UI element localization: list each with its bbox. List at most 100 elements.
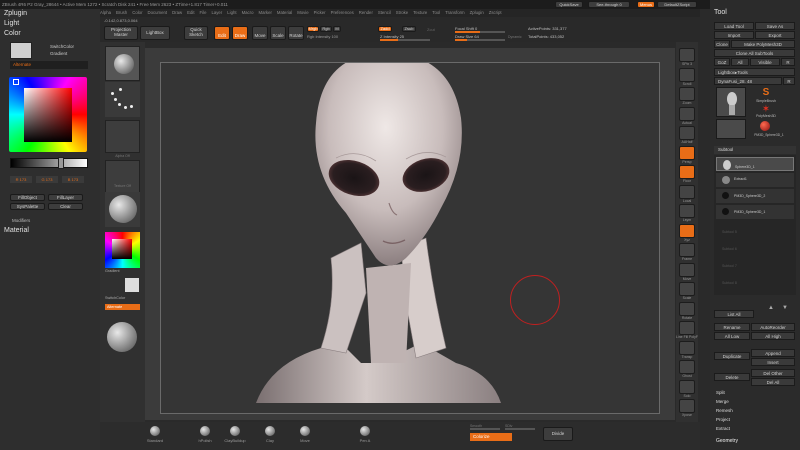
arrow-down-icon[interactable]: ▼ — [782, 305, 790, 313]
shelf-switchcolor-button[interactable]: SwitchColor — [105, 296, 125, 300]
clear-button[interactable]: Clear — [48, 203, 83, 210]
brush-hpolish-icon[interactable] — [200, 426, 210, 436]
rightshelf-spix-3-icon[interactable] — [679, 48, 695, 62]
rotate-button[interactable]: Rotate — [288, 26, 304, 40]
subtool-item-2[interactable]: Extract1 — [716, 173, 794, 187]
menu-texture[interactable]: Texture — [413, 10, 427, 15]
menu-movie[interactable]: Movie — [297, 10, 308, 15]
seethrough-slider[interactable]: See-through 0 — [588, 1, 630, 8]
load-tool-button[interactable]: Load Tool — [714, 22, 754, 30]
m-button[interactable]: M — [333, 26, 341, 32]
zplugin-menu[interactable]: Zplugin — [0, 9, 100, 19]
rightshelf-zoom-icon[interactable] — [679, 87, 695, 101]
switch-color-button[interactable]: SwitchColor — [50, 44, 74, 49]
syspalette-button[interactable]: SysPalette — [10, 203, 45, 210]
zadd-button[interactable]: Zadd — [378, 26, 392, 32]
edit-button[interactable]: Edit — [214, 26, 230, 40]
tool-thumbnail-head-icon[interactable] — [716, 87, 746, 117]
shelf-alternate-button[interactable]: Alternate — [105, 304, 140, 310]
smooth-slider[interactable] — [470, 428, 500, 430]
menu-color[interactable]: Color — [132, 10, 142, 15]
brush-standard-icon[interactable] — [150, 426, 160, 436]
import-button[interactable]: Import — [714, 31, 754, 39]
tool-menu-title[interactable]: Tool — [714, 9, 727, 16]
goz-all-button[interactable]: All — [731, 58, 749, 66]
rightshelf-frame-icon[interactable] — [679, 243, 695, 257]
subtool-item-3[interactable]: PM3D_Sphere3D_2 — [716, 189, 794, 203]
simplebrush-icon[interactable]: S — [752, 87, 780, 99]
menu-light[interactable]: Light — [227, 10, 236, 15]
mrgb-button[interactable]: Mrgb — [307, 26, 319, 32]
menu-layer[interactable]: Layer — [211, 10, 222, 15]
menu-zscript[interactable]: Zscript — [489, 10, 502, 15]
rename-button[interactable]: Rename — [714, 323, 750, 331]
pm3d-sphere-icon[interactable] — [760, 121, 770, 131]
projection-master-button[interactable]: Projection Master — [104, 26, 138, 40]
shelf-color-swatch[interactable] — [125, 278, 139, 292]
menu-alpha[interactable]: Alpha — [100, 10, 111, 15]
extract-menu[interactable]: Extract — [716, 426, 730, 431]
fill-object-button[interactable]: FillObject — [10, 194, 45, 201]
lightbox-button[interactable]: LightBox — [140, 26, 170, 40]
rightshelf-actual-icon[interactable] — [679, 106, 695, 121]
menu-transform[interactable]: Transform — [445, 10, 464, 15]
rightshelf-floor-icon[interactable] — [679, 165, 695, 179]
blue-value[interactable]: B 173 — [62, 176, 84, 183]
texture-off-slot[interactable] — [105, 160, 140, 193]
remesh-menu[interactable]: Remesh — [716, 408, 733, 413]
goz-r-button[interactable]: R — [781, 58, 795, 66]
goz-visible-button[interactable]: Visible — [750, 58, 780, 66]
rightshelf-xyz-icon[interactable] — [679, 223, 695, 238]
del-other-button[interactable]: Del Other — [751, 369, 795, 377]
draw-button[interactable]: Draw — [232, 26, 248, 40]
save-as-button[interactable]: Save As — [755, 22, 795, 30]
rightshelf-scale-icon[interactable] — [679, 282, 695, 296]
lightbox-tools-button[interactable]: Lightbox▸Tools — [714, 68, 795, 76]
rightshelf-move-icon[interactable] — [679, 262, 695, 277]
current-tool-r-button[interactable]: R — [783, 77, 795, 85]
value-gradient-bar[interactable] — [10, 158, 88, 168]
shelf-color-picker[interactable] — [105, 232, 140, 268]
arrow-up-icon[interactable]: ▲ — [768, 305, 776, 313]
rightshelf-scroll-icon[interactable] — [679, 67, 695, 82]
color-menu[interactable]: Color — [0, 29, 100, 39]
duplicate-button[interactable]: Duplicate — [714, 352, 750, 360]
rightshelf-xpose-icon[interactable] — [679, 399, 695, 413]
polymesh3d-icon[interactable]: ✶ — [752, 104, 780, 115]
menu-brush[interactable]: Brush — [116, 10, 127, 15]
quicksave-button[interactable]: QuickSave — [555, 1, 583, 8]
gradient-button[interactable]: Gradient — [50, 51, 67, 56]
merge-menu[interactable]: Merge — [716, 399, 729, 404]
red-value[interactable]: R 173 — [10, 176, 32, 183]
tool-thumbnail-2-icon[interactable] — [716, 119, 746, 139]
dynamic-button[interactable]: Dynamic — [508, 35, 522, 39]
rightshelf-local-icon[interactable] — [679, 184, 695, 199]
menu-document[interactable]: Document — [148, 10, 168, 15]
alternate-button[interactable]: Alternate — [10, 61, 88, 69]
rightshelf-transp-icon[interactable] — [679, 340, 695, 355]
insert-button[interactable]: Insert — [751, 358, 795, 366]
brush-standard-icon[interactable] — [105, 46, 140, 81]
rightshelf-persp-icon[interactable] — [679, 145, 695, 160]
document-canvas[interactable] — [160, 53, 660, 414]
subtool-item-8[interactable]: Subtool 8 — [722, 281, 737, 285]
autoreorder-button[interactable]: AutoReorder — [751, 323, 795, 331]
fill-layer-button[interactable]: FillLayer — [48, 194, 83, 201]
rightshelf-ghost-icon[interactable] — [679, 360, 695, 374]
menus-button[interactable]: Menus — [637, 1, 655, 8]
current-tool-slider[interactable]: DynaFusi_28. 48 — [714, 77, 782, 85]
project-menu[interactable]: Project — [716, 417, 730, 422]
brush-move-icon[interactable] — [300, 426, 310, 436]
divide-button[interactable]: Divide — [543, 427, 573, 441]
menu-picker[interactable]: Picker — [314, 10, 326, 15]
material-menu[interactable]: Material — [4, 227, 29, 234]
move-button[interactable]: Move — [252, 26, 268, 40]
matcap-sphere-icon[interactable] — [105, 320, 140, 355]
menu-file[interactable]: File — [200, 10, 207, 15]
menu-tool[interactable]: Tool — [432, 10, 440, 15]
del-all-button[interactable]: Del All — [751, 378, 795, 386]
rightshelf-lsym-icon[interactable] — [679, 204, 695, 218]
menu-material[interactable]: Material — [277, 10, 292, 15]
light-menu[interactable]: Light — [0, 19, 100, 29]
main-color-swatch[interactable] — [10, 42, 32, 59]
